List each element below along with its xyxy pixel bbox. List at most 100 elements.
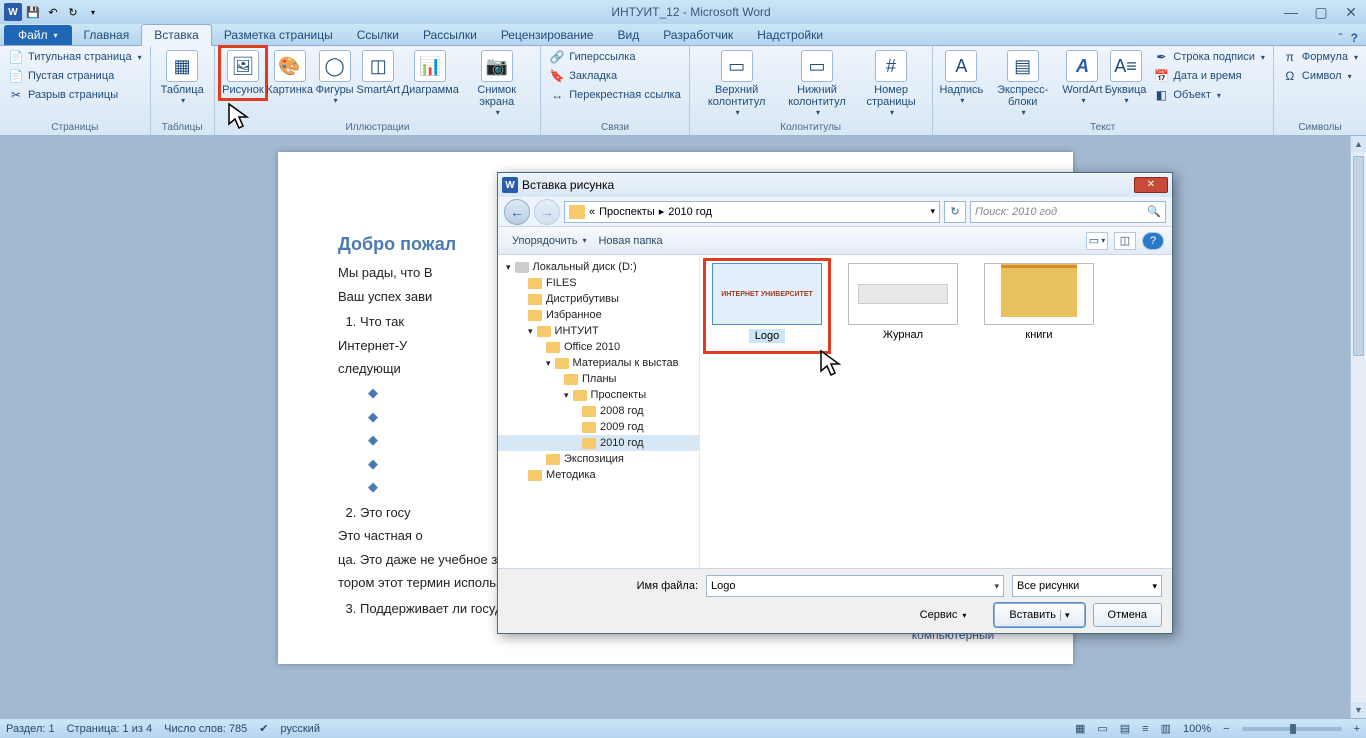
view-draft-icon[interactable]: ▥ (1161, 722, 1171, 735)
cancel-button[interactable]: Отмена (1093, 603, 1162, 627)
expand-icon[interactable]: ▾ (528, 326, 533, 337)
nav-back-button[interactable]: ← (504, 199, 530, 225)
cover-page-button[interactable]: 📄Титульная страница▾ (6, 48, 144, 66)
status-words[interactable]: Число слов: 785 (164, 723, 247, 735)
insert-picture-dialog: W Вставка рисунка ✕ ← → « Проспекты ▸ 20… (497, 172, 1173, 634)
group-illustrations-label: Иллюстрации (221, 122, 535, 135)
folder-icon (582, 422, 596, 433)
chevron-down-icon[interactable]: ▾ (930, 206, 935, 217)
ribbon-minimize-icon[interactable]: ˆ (1339, 31, 1343, 45)
dialog-close-button[interactable]: ✕ (1134, 177, 1168, 193)
undo-icon[interactable]: ↶ (44, 3, 62, 21)
folder-icon (528, 310, 542, 321)
screenshot-button[interactable]: 📷 Снимок экрана▾ (459, 48, 534, 119)
view-mode-button[interactable]: ▭ ▾ (1086, 232, 1108, 250)
smartart-button[interactable]: ◫ SmartArt (355, 48, 401, 98)
file-filter-select[interactable]: Все рисунки▾ (1012, 575, 1162, 597)
expand-icon[interactable]: ▾ (564, 390, 569, 401)
blank-page-button[interactable]: 📄Пустая страница (6, 67, 144, 85)
view-print-layout-icon[interactable]: ▦ (1075, 722, 1085, 735)
wordart-button[interactable]: A WordArt▾ (1061, 48, 1103, 107)
insert-button[interactable]: Вставить▾ (994, 603, 1084, 627)
breadcrumb[interactable]: « Проспекты ▸ 2010 год ▾ (564, 201, 940, 223)
picture-button[interactable]: 🖼 Рисунок (221, 48, 265, 98)
page-break-button[interactable]: ✂Разрыв страницы (6, 86, 144, 104)
equation-button[interactable]: πФормула▾ (1280, 48, 1360, 66)
file-item-journal[interactable]: Журнал (844, 263, 962, 341)
view-fullscreen-icon[interactable]: ▭ (1097, 722, 1107, 735)
tab-home[interactable]: Главная (72, 25, 142, 45)
vertical-scrollbar[interactable]: ▲ ▼ (1350, 136, 1366, 718)
signature-line-button[interactable]: ✒Строка подписи▾ (1151, 48, 1266, 66)
chart-icon: 📊 (414, 50, 446, 82)
folder-icon (569, 205, 585, 219)
search-input[interactable]: Поиск: 2010 год 🔍 (970, 201, 1166, 223)
dropcap-button[interactable]: A≡ Буквица▾ (1104, 48, 1148, 107)
picture-icon: 🖼 (227, 50, 259, 82)
object-button[interactable]: ◧Объект▾ (1151, 86, 1266, 104)
preview-pane-button[interactable]: ◫ (1114, 232, 1136, 250)
close-button[interactable]: ✕ (1340, 3, 1362, 21)
header-button[interactable]: ▭ Верхний колонтитул▾ (696, 48, 778, 119)
save-icon[interactable]: 💾 (24, 3, 42, 21)
crossref-button[interactable]: ↔Перекрестная ссылка (547, 86, 683, 104)
file-list[interactable]: ИНТЕРНЕТ УНИВЕРСИТЕТ Logo Журнал книги (700, 255, 1172, 568)
clipart-button[interactable]: 🎨 Картинка (265, 48, 314, 98)
redo-icon[interactable]: ↻ (64, 3, 82, 21)
new-folder-button[interactable]: Новая папка (592, 233, 668, 249)
scroll-up-icon[interactable]: ▲ (1351, 136, 1366, 152)
footer-button[interactable]: ▭ Нижний колонтитул▾ (777, 48, 856, 119)
zoom-level[interactable]: 100% (1183, 723, 1211, 735)
textbox-button[interactable]: A Надпись▾ (939, 48, 985, 107)
maximize-button[interactable]: ▢ (1310, 3, 1332, 21)
file-item-books[interactable]: книги (980, 263, 1098, 341)
chart-button[interactable]: 📊 Диаграмма (401, 48, 459, 98)
tab-layout[interactable]: Разметка страницы (212, 25, 345, 45)
shapes-button[interactable]: ◯ Фигуры▾ (314, 48, 355, 107)
zoom-slider[interactable] (1242, 727, 1342, 731)
zoom-out-button[interactable]: − (1223, 723, 1229, 735)
scroll-down-icon[interactable]: ▼ (1351, 702, 1366, 718)
folder-tree[interactable]: ▾Локальный диск (D:) FILES Дистрибутивы … (498, 255, 700, 568)
refresh-button[interactable]: ↻ (944, 201, 966, 223)
quickparts-button[interactable]: ▤ Экспресс-блоки▾ (984, 48, 1061, 119)
organize-button[interactable]: Упорядочить ▾ (506, 233, 592, 249)
minimize-button[interactable]: — (1280, 3, 1302, 21)
tab-references[interactable]: Ссылки (345, 25, 411, 45)
hyperlink-button[interactable]: 🔗Гиперссылка (547, 48, 683, 66)
nav-forward-button[interactable]: → (534, 199, 560, 225)
bookmark-button[interactable]: 🔖Закладка (547, 67, 683, 85)
scroll-thumb[interactable] (1353, 156, 1364, 356)
tab-mailings[interactable]: Рассылки (411, 25, 489, 45)
view-outline-icon[interactable]: ≡ (1142, 723, 1148, 735)
file-item-logo[interactable]: ИНТЕРНЕТ УНИВЕРСИТЕТ Logo (708, 263, 826, 349)
file-tab[interactable]: Файл▾ (4, 25, 72, 45)
footer-icon: ▭ (801, 50, 833, 82)
page-number-button[interactable]: # Номер страницы▾ (857, 48, 926, 119)
table-icon: ▦ (166, 50, 198, 82)
status-page[interactable]: Страница: 1 из 4 (67, 723, 153, 735)
tab-view[interactable]: Вид (605, 25, 651, 45)
help-icon[interactable]: ? (1351, 31, 1358, 45)
symbol-button[interactable]: ΩСимвол▾ (1280, 67, 1360, 85)
tab-developer[interactable]: Разработчик (651, 25, 745, 45)
tab-insert[interactable]: Вставка (141, 24, 212, 46)
folder-icon (546, 342, 560, 353)
tools-button[interactable]: Сервис▾ (920, 609, 967, 621)
spellcheck-icon[interactable]: ✔ (259, 722, 268, 735)
help-button[interactable]: ? (1142, 232, 1164, 250)
table-button[interactable]: ▦ Таблица▾ (157, 48, 208, 107)
quickparts-icon: ▤ (1007, 50, 1039, 82)
status-section[interactable]: Раздел: 1 (6, 723, 55, 735)
tab-review[interactable]: Рецензирование (489, 25, 606, 45)
expand-icon[interactable]: ▾ (546, 358, 551, 369)
status-language[interactable]: русский (281, 723, 320, 735)
view-web-icon[interactable]: ▤ (1120, 722, 1130, 735)
expand-icon[interactable]: ▾ (506, 262, 511, 273)
qat-dropdown-icon[interactable]: ▾ (84, 3, 102, 21)
filename-input[interactable]: Logo▾ (706, 575, 1004, 597)
date-time-button[interactable]: 📅Дата и время (1151, 67, 1266, 85)
word-icon: W (502, 177, 518, 193)
zoom-in-button[interactable]: + (1354, 723, 1360, 735)
tab-addins[interactable]: Надстройки (745, 25, 835, 45)
